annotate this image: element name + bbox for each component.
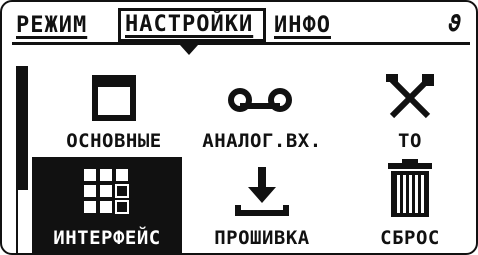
download-icon: [188, 157, 336, 223]
menu-item-basic[interactable]: ОСНОВНЫЕ: [40, 66, 188, 154]
scrollbar-thumb[interactable]: [16, 66, 28, 190]
tab-divider: [12, 42, 470, 45]
corner-glyph: ϑ: [448, 12, 462, 37]
menu-item-label: ИНТЕРФЕЙС: [53, 227, 161, 249]
tape-icon: [188, 66, 336, 128]
device-screen: РЕЖИМ НАСТРОЙКИ ИНФО ϑ ОСНОВНЫЕ АНАЛОГ.В…: [0, 0, 478, 255]
menu-item-analog-input[interactable]: АНАЛОГ.ВХ.: [188, 66, 336, 154]
tab-info[interactable]: ИНФО: [274, 10, 354, 42]
grid-icon: [32, 157, 182, 223]
menu-item-maintenance[interactable]: ТО: [336, 66, 476, 154]
trash-icon: [336, 157, 476, 223]
menu-item-label: ОСНОВНЫЕ: [66, 130, 162, 152]
tools-icon: [336, 66, 476, 128]
menu-item-label: АНАЛОГ.ВХ.: [202, 130, 322, 152]
menu-item-interface[interactable]: ИНТЕРФЕЙС: [32, 157, 182, 253]
active-tab-pointer: [180, 45, 198, 55]
menu-item-reset[interactable]: СБРОС: [336, 157, 476, 253]
menu-item-label: ТО: [398, 130, 422, 152]
menu-item-firmware[interactable]: ПРОШИВКА: [188, 157, 336, 253]
tab-settings[interactable]: НАСТРОЙКИ: [118, 8, 266, 42]
menu-item-label: СБРОС: [380, 227, 440, 249]
menu-item-label: ПРОШИВКА: [214, 227, 310, 249]
window-icon: [40, 66, 188, 128]
tab-mode[interactable]: РЕЖИМ: [16, 10, 116, 42]
tab-bar: РЕЖИМ НАСТРОЙКИ ИНФО ϑ: [2, 2, 476, 55]
